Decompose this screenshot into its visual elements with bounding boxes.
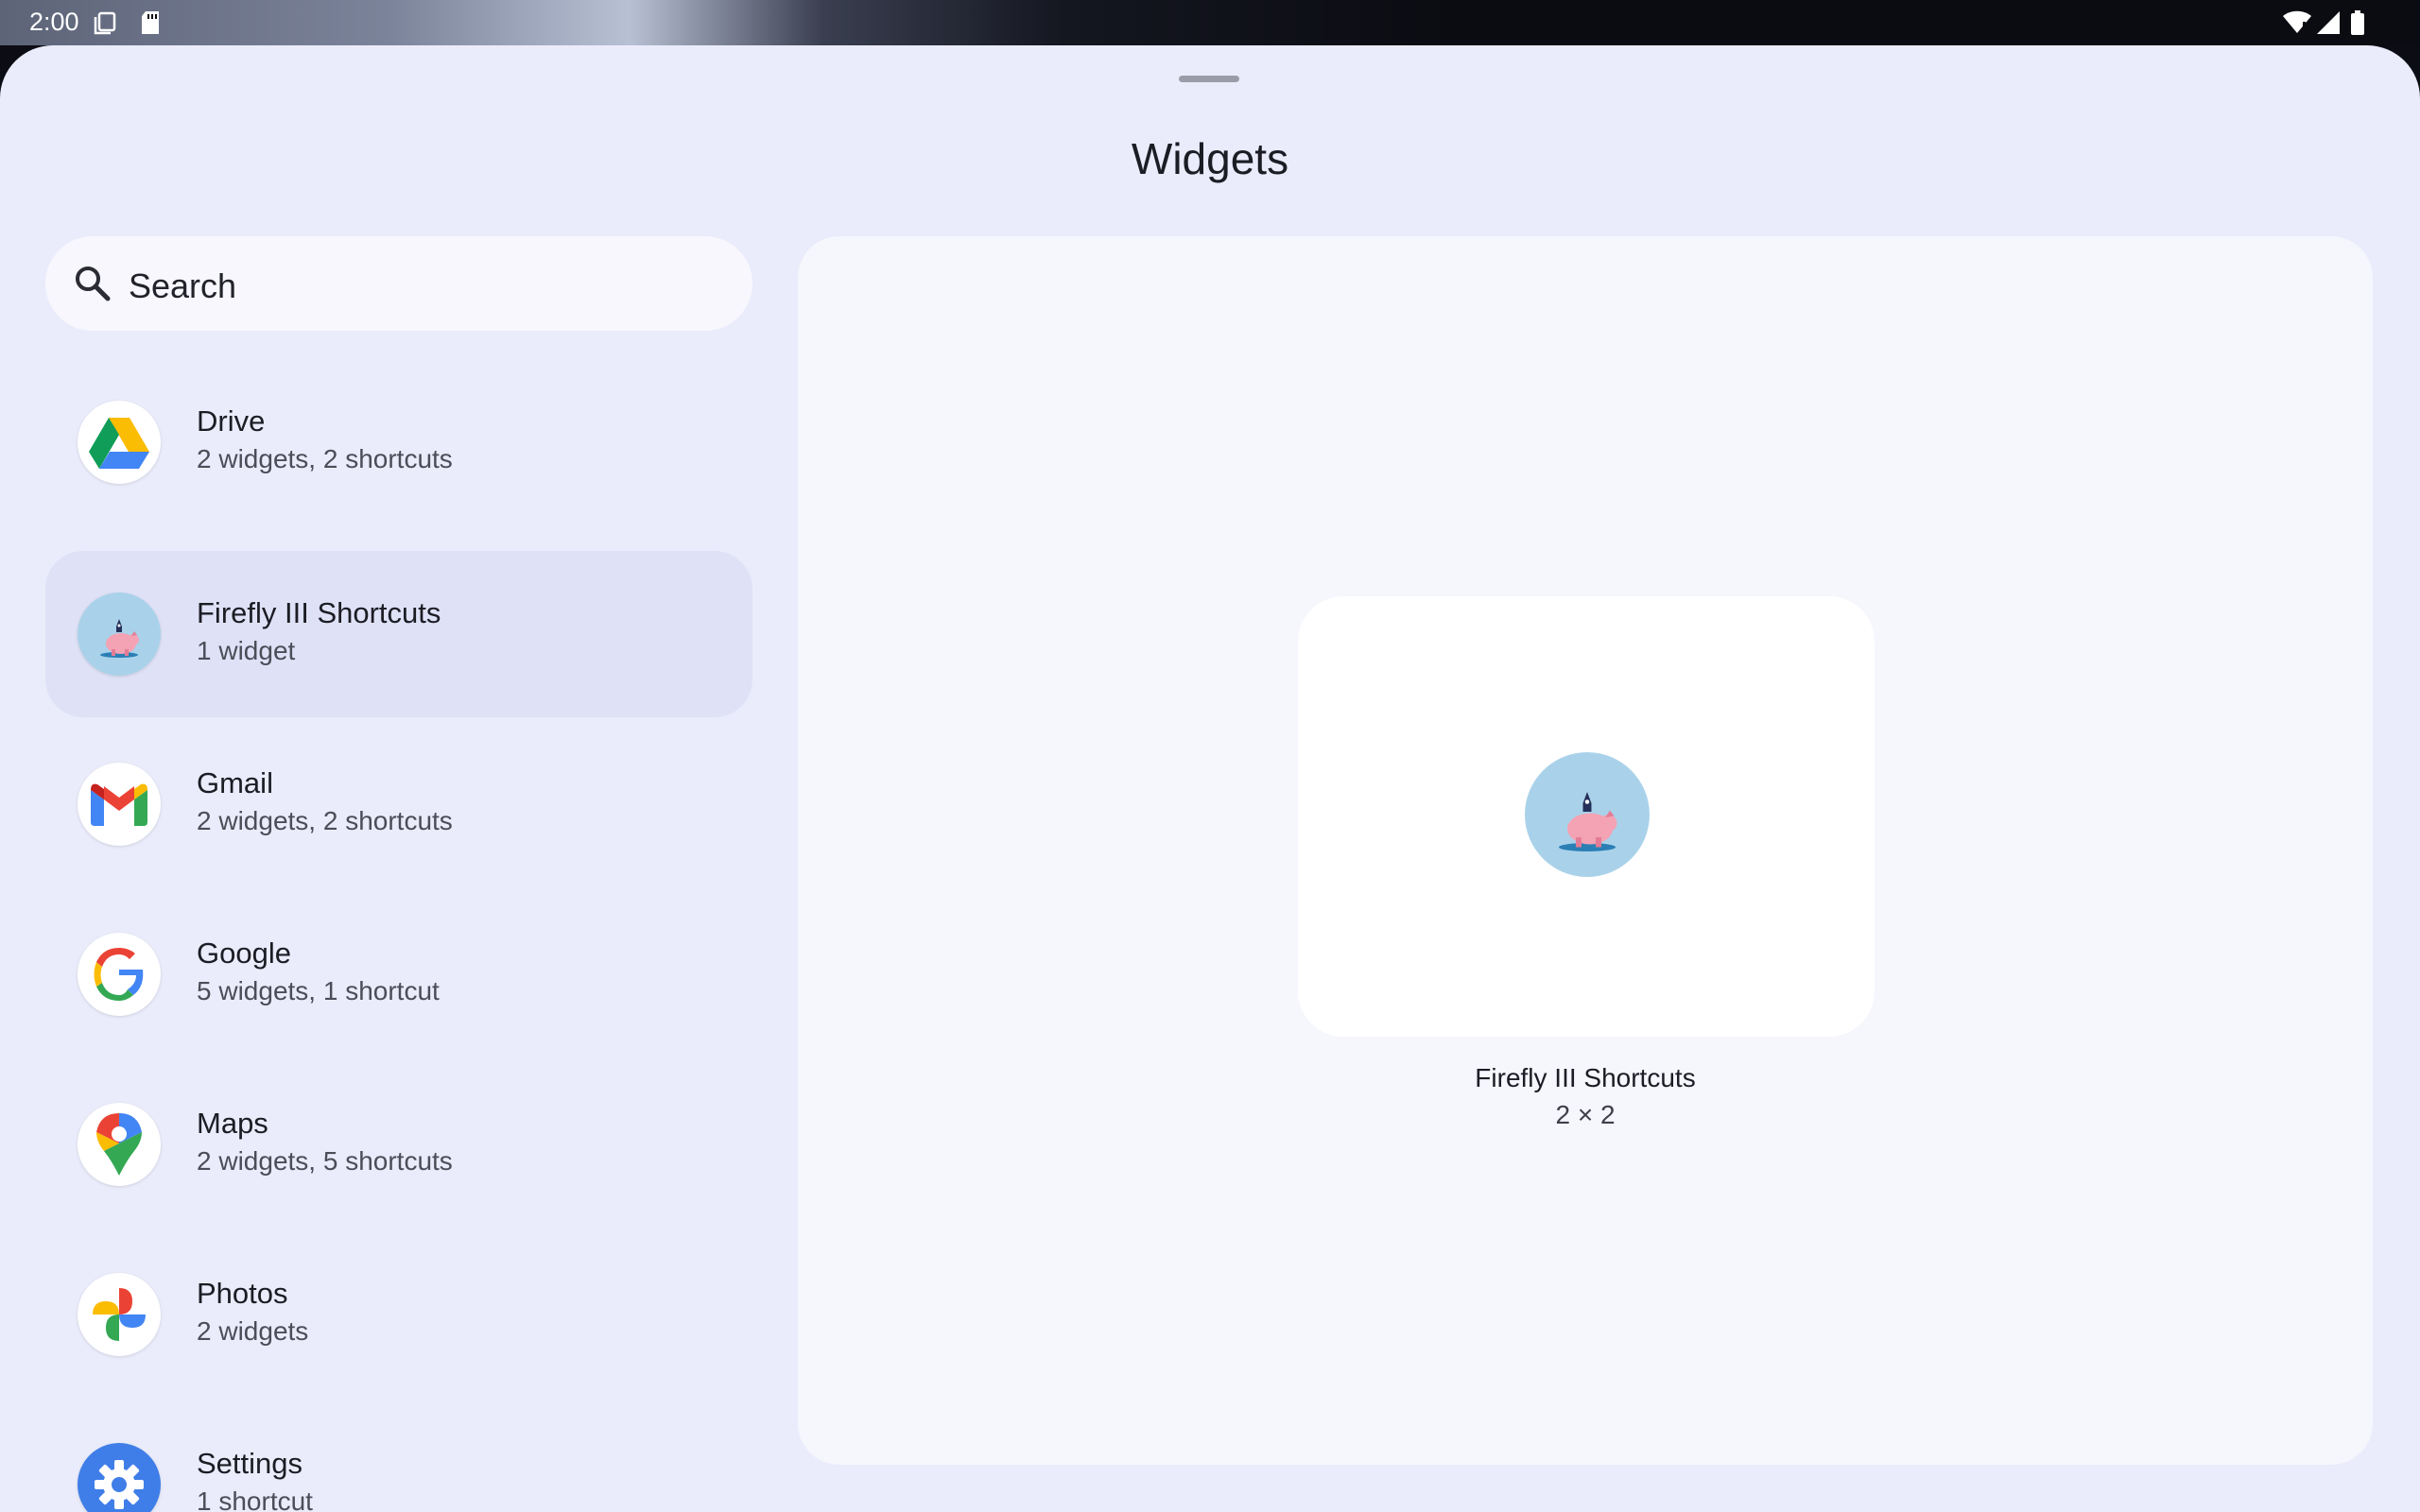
battery-icon: [2350, 10, 2365, 40]
gmail-icon: [78, 763, 161, 846]
app-name: Google: [197, 936, 291, 970]
status-bar: 2:00: [0, 0, 2420, 45]
list-item-gmail[interactable]: Gmail 2 widgets, 2 shortcuts: [45, 721, 752, 887]
settings-icon: [78, 1443, 161, 1512]
drive-icon: [78, 401, 161, 484]
wifi-icon: [2282, 10, 2312, 40]
app-name: Firefly III Shortcuts: [197, 596, 441, 629]
app-widget-count: 2 widgets: [197, 1316, 309, 1346]
signal-icon: [2316, 10, 2341, 40]
list-item-settings[interactable]: Settings 1 shortcut: [45, 1401, 752, 1512]
app-widget-count: 5 widgets, 1 shortcut: [197, 976, 440, 1005]
drag-handle[interactable]: [1179, 76, 1239, 82]
app-name: Gmail: [197, 766, 273, 799]
list-item-drive[interactable]: Drive 2 widgets, 2 shortcuts: [45, 382, 752, 525]
sd-card-icon: [140, 10, 161, 40]
widgets-sheet: Widgets Search Drive 2 widgets, 2 shortc…: [0, 45, 2420, 1512]
search-placeholder: Search: [129, 266, 237, 305]
screenshot-icon: [93, 10, 117, 40]
list-item-firefly-iii-shortcuts[interactable]: Firefly III Shortcuts 1 widget: [45, 551, 752, 717]
photos-icon: [78, 1273, 161, 1356]
google-icon: [78, 933, 161, 1016]
widget-preview-size: 2 × 2: [1555, 1100, 1616, 1129]
list-item-google[interactable]: Google 5 widgets, 1 shortcut: [45, 891, 752, 1057]
app-name: Drive: [197, 404, 266, 438]
list-item-maps[interactable]: Maps 2 widgets, 5 shortcuts: [45, 1061, 752, 1228]
search-field[interactable]: Search: [45, 236, 752, 331]
app-widget-count: 1 widget: [197, 636, 296, 665]
app-widget-count: 2 widgets, 2 shortcuts: [197, 444, 453, 473]
maps-icon: [78, 1103, 161, 1186]
app-list[interactable]: Drive 2 widgets, 2 shortcuts Firefly III…: [45, 382, 752, 1512]
widget-preview-name: Firefly III Shortcuts: [1475, 1063, 1696, 1092]
sheet-title: Widgets: [1131, 134, 1289, 183]
app-widget-count: 2 widgets, 5 shortcuts: [197, 1146, 453, 1176]
firefly-piggy-icon: [1525, 752, 1650, 877]
app-name: Maps: [197, 1107, 268, 1140]
app-name: Settings: [197, 1447, 303, 1480]
widget-preview-panel: Firefly III Shortcuts 2 × 2: [798, 236, 2373, 1465]
app-name: Photos: [197, 1277, 288, 1310]
list-item-photos[interactable]: Photos 2 widgets: [45, 1231, 752, 1398]
widget-preview-card[interactable]: [1298, 596, 1875, 1037]
search-icon: [72, 263, 113, 309]
app-widget-count: 1 shortcut: [197, 1486, 313, 1512]
firefly-piggy-icon: [78, 593, 161, 676]
status-time: 2:00: [29, 8, 79, 36]
app-widget-count: 2 widgets, 2 shortcuts: [197, 806, 453, 835]
